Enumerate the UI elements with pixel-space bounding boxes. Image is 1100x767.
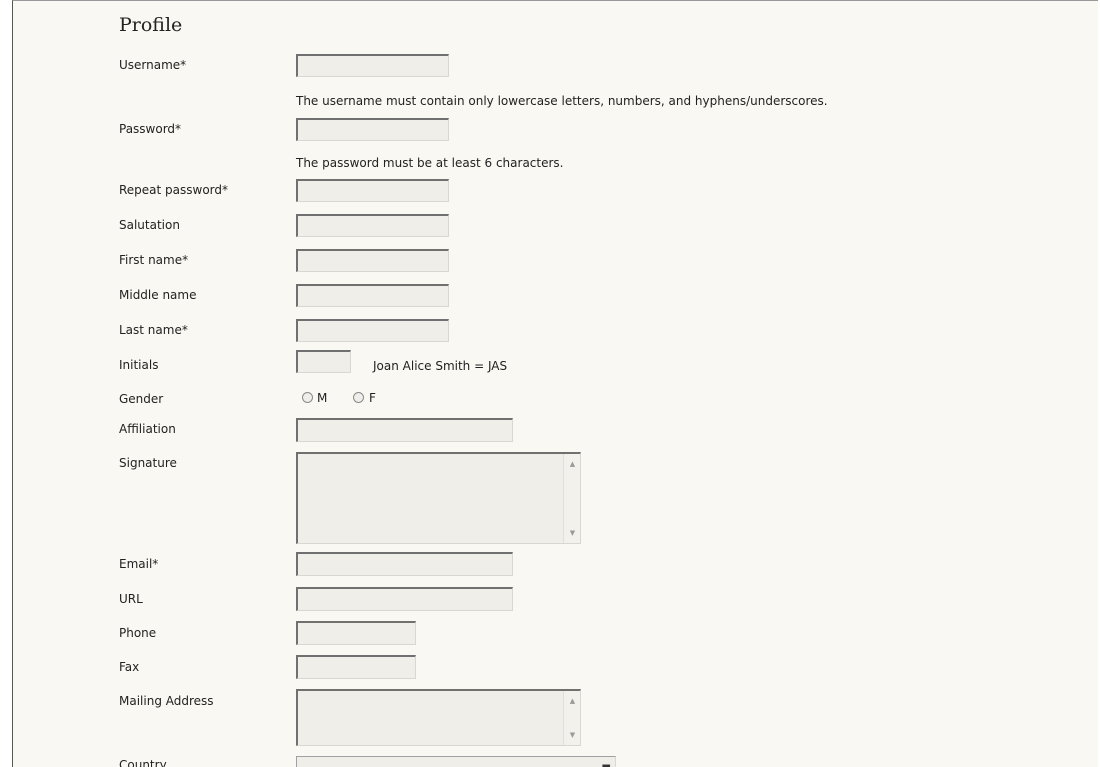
scroll-up-icon[interactable]: ▲ — [565, 697, 580, 705]
email-label: Email* — [119, 557, 159, 571]
initials-field[interactable] — [296, 350, 351, 373]
signature-textarea[interactable]: ▲ ▼ — [296, 452, 581, 544]
first-name-field[interactable] — [296, 249, 449, 272]
affiliation-label: Affiliation — [119, 422, 176, 436]
username-label: Username* — [119, 58, 187, 72]
url-label: URL — [119, 592, 143, 606]
gender-male-radio[interactable] — [302, 392, 313, 403]
country-select[interactable]: ▬ — [296, 756, 616, 767]
username-help-text: The username must contain only lowercase… — [296, 94, 828, 108]
mailing-address-scrollbar[interactable]: ▲ ▼ — [563, 691, 580, 745]
middle-name-label: Middle name — [119, 288, 197, 302]
affiliation-field[interactable] — [296, 418, 513, 442]
middle-name-field[interactable] — [296, 284, 449, 307]
repeat-password-label: Repeat password* — [119, 183, 229, 197]
scroll-up-icon[interactable]: ▲ — [565, 460, 580, 468]
signature-scrollbar[interactable]: ▲ ▼ — [563, 454, 580, 543]
gender-female-label: F — [369, 391, 376, 405]
mailing-address-label: Mailing Address — [119, 694, 214, 708]
mailing-address-textarea[interactable]: ▲ ▼ — [296, 689, 581, 746]
phone-label: Phone — [119, 626, 157, 640]
url-field[interactable] — [296, 587, 513, 611]
page-title: Profile — [119, 14, 183, 36]
username-field[interactable] — [296, 54, 449, 77]
signature-label: Signature — [119, 456, 177, 470]
phone-field[interactable] — [296, 621, 416, 645]
salutation-label: Salutation — [119, 218, 180, 232]
password-label: Password* — [119, 122, 182, 136]
password-field[interactable] — [296, 118, 449, 141]
scroll-down-icon[interactable]: ▼ — [565, 529, 580, 537]
gender-label: Gender — [119, 392, 164, 406]
fax-label: Fax — [119, 660, 140, 674]
salutation-field[interactable] — [296, 214, 449, 237]
password-help-text: The password must be at least 6 characte… — [296, 156, 564, 170]
profile-form-page: Profile Username* The username must cont… — [12, 0, 1098, 767]
fax-field[interactable] — [296, 655, 416, 679]
country-label: Country — [119, 758, 167, 767]
last-name-field[interactable] — [296, 319, 449, 342]
email-field[interactable] — [296, 552, 513, 576]
initials-label: Initials — [119, 358, 159, 372]
first-name-label: First name* — [119, 253, 189, 267]
repeat-password-field[interactable] — [296, 179, 449, 202]
initials-example-text: Joan Alice Smith = JAS — [373, 359, 508, 373]
last-name-label: Last name* — [119, 323, 188, 337]
gender-female-radio[interactable] — [353, 392, 364, 403]
scroll-down-icon[interactable]: ▼ — [565, 731, 580, 739]
gender-male-label: M — [317, 391, 328, 405]
chevron-down-icon[interactable]: ▬ — [602, 761, 611, 767]
